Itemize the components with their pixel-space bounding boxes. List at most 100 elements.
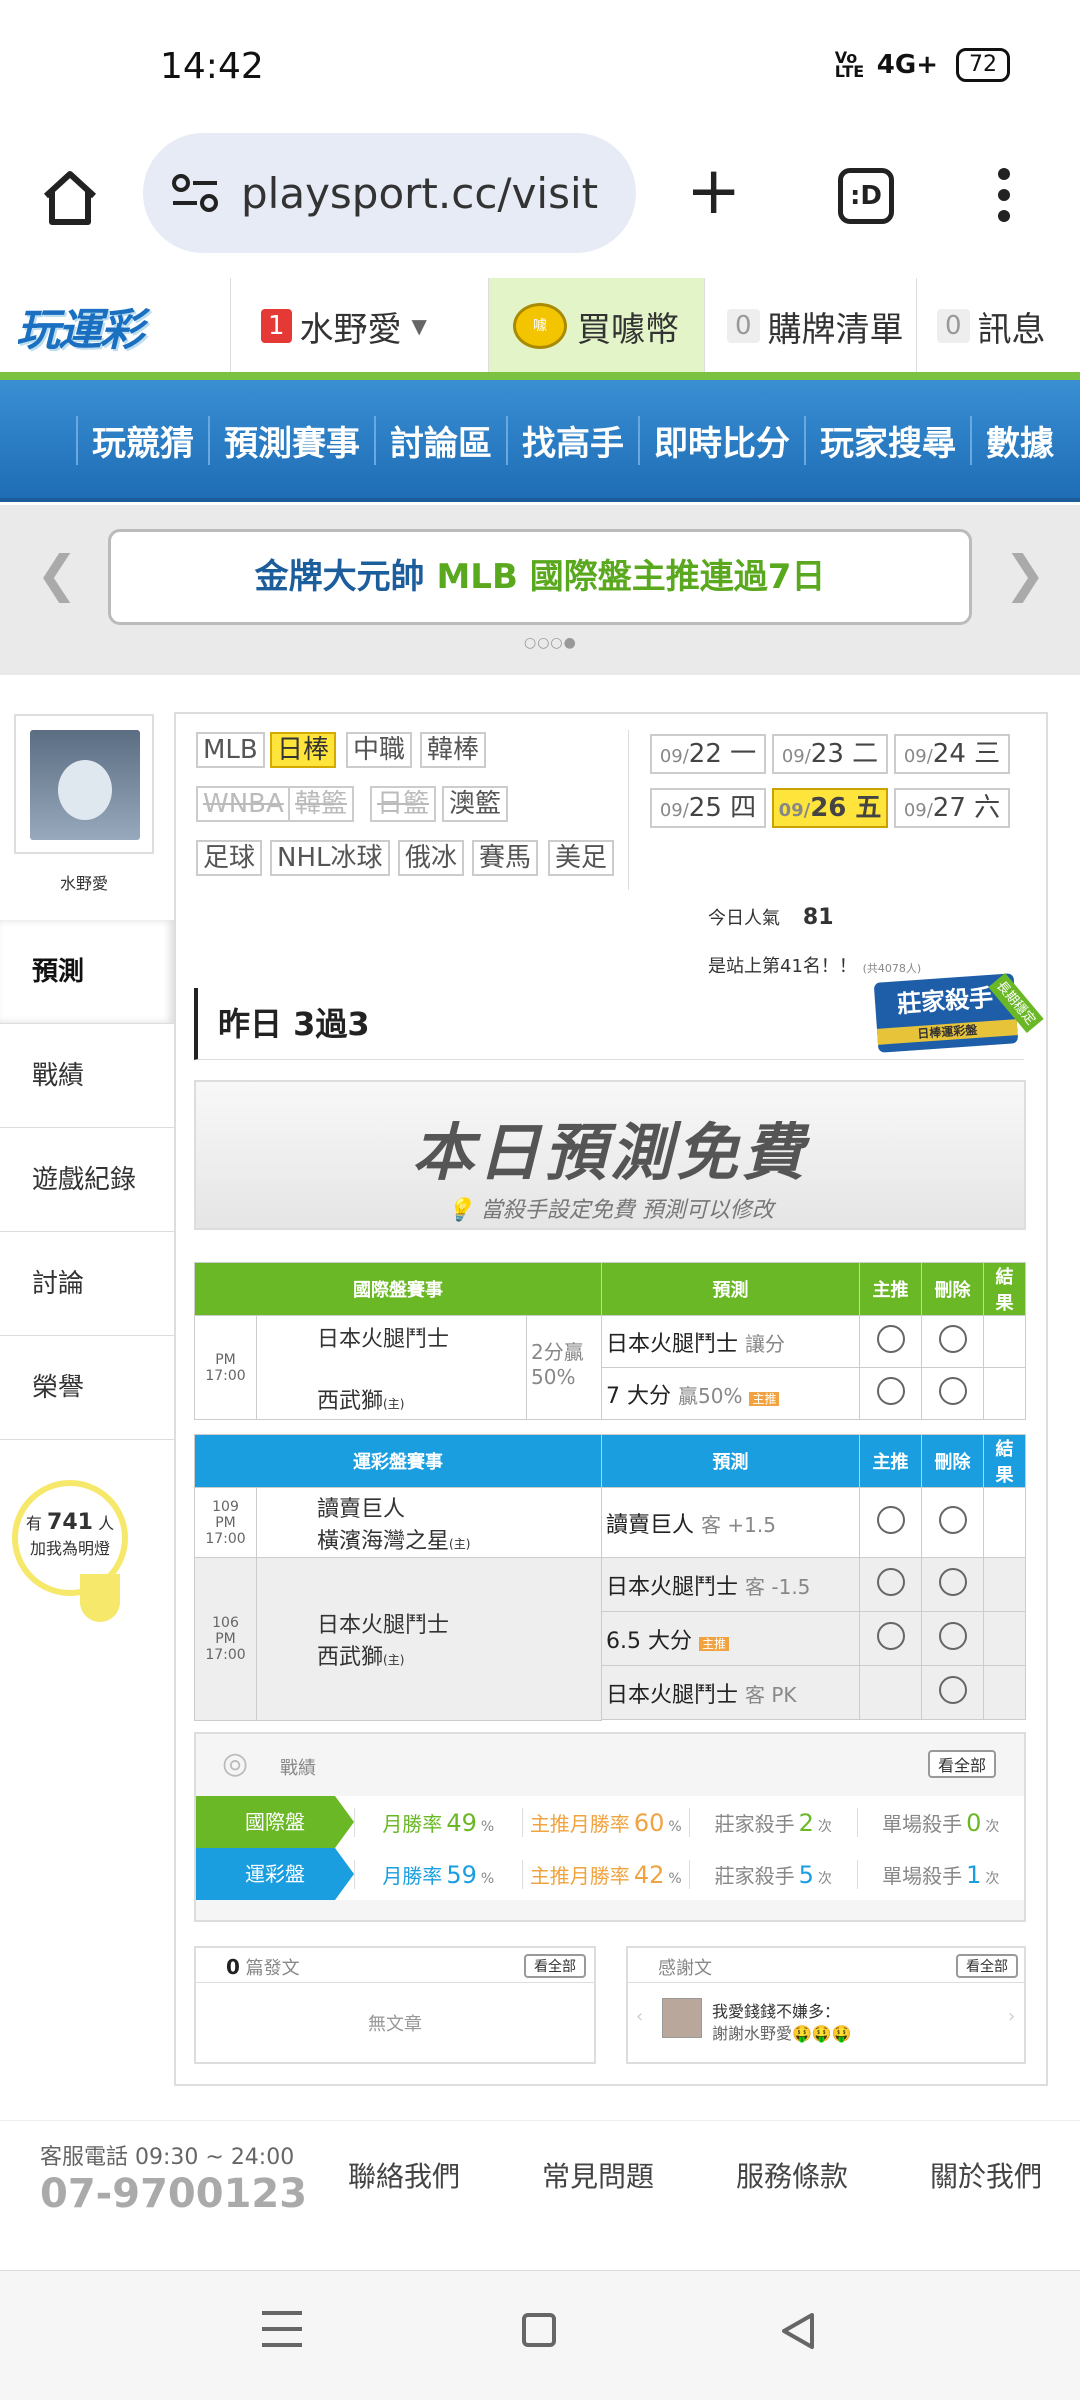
banner-slide[interactable]: 金牌大元帥 MLB 國際盤主推連過7日 [108,529,972,625]
prediction-cell[interactable]: 6.5 大分 主推 [601,1611,860,1666]
league-tab[interactable]: 俄冰 [398,840,465,876]
prediction: 7 大分 [606,1383,671,1409]
record-stat: 莊家殺手 2 次 [689,1807,857,1837]
date-month: 09/ [903,800,933,821]
league-tab[interactable]: NHL冰球 [270,840,390,876]
team-name: 西武獅 [317,1388,384,1414]
home-icon[interactable] [40,168,100,228]
main-pick-radio[interactable] [876,1621,905,1650]
league-tab[interactable]: 美足 [548,840,615,876]
league-tab[interactable]: 日棒 [270,732,337,768]
avatar-frame[interactable] [14,714,154,854]
buy-coin-button[interactable]: 噱 買噱幣 [488,278,704,374]
chevron-right-icon[interactable]: › [1008,2006,1015,2027]
record-type: 國際盤 [196,1796,354,1848]
nav-item[interactable]: 數據 [970,416,1068,465]
home-button[interactable] [522,2313,556,2347]
stat-value: 1 [966,1860,982,1889]
nav-item[interactable]: 玩競猜 [76,416,208,465]
thanks-text: 謝謝水野愛🤑🤑🤑 [712,2024,852,2043]
nav-item[interactable]: 找高手 [506,416,638,465]
service-hours: 客服電話 09:30 ~ 24:00 [40,2145,295,2170]
league-tab[interactable]: MLB [196,732,265,768]
footer-link[interactable]: 聯絡我們 [348,2155,460,2195]
site-logo[interactable]: 玩運彩 [16,294,144,358]
league-tab[interactable]: 澳籃 [442,786,509,822]
buy-coin-label: 買噱幣 [577,309,679,350]
footer-link[interactable]: 關於我們 [930,2155,1042,2195]
date-day: 25 四 [688,793,757,823]
view-all-button[interactable]: 看全部 [524,1954,586,1978]
main-pick-radio[interactable] [876,1505,905,1534]
bulb-icon [80,1574,120,1622]
view-all-button[interactable]: 看全部 [956,1954,1018,1978]
address-bar[interactable]: playsport.cc/visit [143,133,636,253]
prediction-cell[interactable]: 日本火腿鬥士 客 PK [601,1665,860,1720]
chevron-left-icon[interactable]: ❮ [36,545,78,603]
site-settings-icon[interactable] [171,173,219,213]
nav-item[interactable]: 玩家搜尋 [804,416,970,465]
stat-unit: % [480,1870,495,1887]
league-tab[interactable]: 中職 [346,732,413,768]
cart-button[interactable]: 0 購牌清單 [704,278,916,374]
prediction-cell[interactable]: 7 大分 贏50% 主推 [601,1367,860,1420]
main-pick-radio[interactable] [876,1567,905,1596]
date-button[interactable]: 09/23 二 [772,734,888,774]
league-tab[interactable]: 足球 [196,840,263,876]
side-menu-item[interactable]: 討論 [0,1232,174,1336]
date-button[interactable]: 09/27 六 [894,788,1010,828]
col-header: 刪除 [921,1262,984,1316]
chevron-left-icon[interactable]: ‹ [636,2006,643,2027]
posts-label: 篇發文 [245,1958,300,1979]
view-all-button[interactable]: 看全部 [928,1750,997,1778]
footer-link[interactable]: 常見問題 [542,2155,654,2195]
league-tab[interactable]: 賽馬 [472,840,539,876]
service-phone[interactable]: 07-9700123 [40,2171,307,2217]
prediction-cell[interactable]: 日本火腿鬥士 讓分 [601,1315,860,1368]
date-month: 09/ [778,800,811,821]
main-pick-tag: 主推 [749,1391,780,1406]
back-icon[interactable] [778,2311,818,2351]
league-tab[interactable]: 日籃 [370,786,437,822]
prediction-cell[interactable]: 日本火腿鬥士 客 -1.5 [601,1557,860,1612]
date-button[interactable]: 09/22 一 [650,734,766,774]
date-button[interactable]: 09/26 五 [772,788,888,828]
date-button[interactable]: 09/25 四 [650,788,766,828]
league-tab[interactable]: 韓籃 [288,786,355,822]
chevron-right-icon[interactable]: ❯ [1004,545,1046,603]
main-pick-radio[interactable] [876,1376,905,1405]
new-tab-icon[interactable]: + [686,152,741,229]
team-name: 日本火腿鬥士 [317,1326,450,1352]
stat-value: 49 [446,1808,477,1837]
popularity-value: 81 [802,905,834,930]
nav-item[interactable]: 討論區 [374,416,506,465]
line-value: 2分贏 [531,1340,584,1364]
delete-radio[interactable] [938,1324,967,1353]
delete-radio[interactable] [938,1567,967,1596]
league-tab[interactable]: 韓棒 [420,732,487,768]
nav-item[interactable]: 預測賽事 [208,416,374,465]
league-tab[interactable]: WNBA [196,786,291,822]
main-pick-radio[interactable] [876,1324,905,1353]
prediction-cell[interactable]: 讀賣巨人 客 +1.5 [601,1487,860,1558]
delete-radio[interactable] [938,1505,967,1534]
footer-link[interactable]: 服務條款 [736,2155,848,2195]
team-name: 橫濱海灣之星 [317,1528,450,1554]
user-menu[interactable]: 1 水野愛 ▼ [230,278,488,374]
side-menu-item[interactable]: 戰績 [0,1024,174,1128]
delete-radio[interactable] [938,1376,967,1405]
nav-item[interactable]: 即時比分 [638,416,804,465]
status-icons: Vo LTE 4G+ 72 [835,48,1010,82]
side-menu-item[interactable]: 遊戲紀錄 [0,1128,174,1232]
banner-text: 金牌大元帥 [254,557,437,597]
delete-radio[interactable] [938,1621,967,1650]
recent-apps-icon[interactable] [262,2311,302,2347]
delete-radio[interactable] [938,1675,967,1704]
message-button[interactable]: 0 訊息 [916,278,1080,374]
menu-icon[interactable] [998,168,1010,222]
tab-switcher-button[interactable]: :D [838,168,894,224]
date-day: 26 五 [810,793,882,823]
side-menu-item[interactable]: 榮譽 [0,1336,174,1440]
side-menu-item[interactable]: 預測 [0,920,174,1024]
date-button[interactable]: 09/24 三 [894,734,1010,774]
